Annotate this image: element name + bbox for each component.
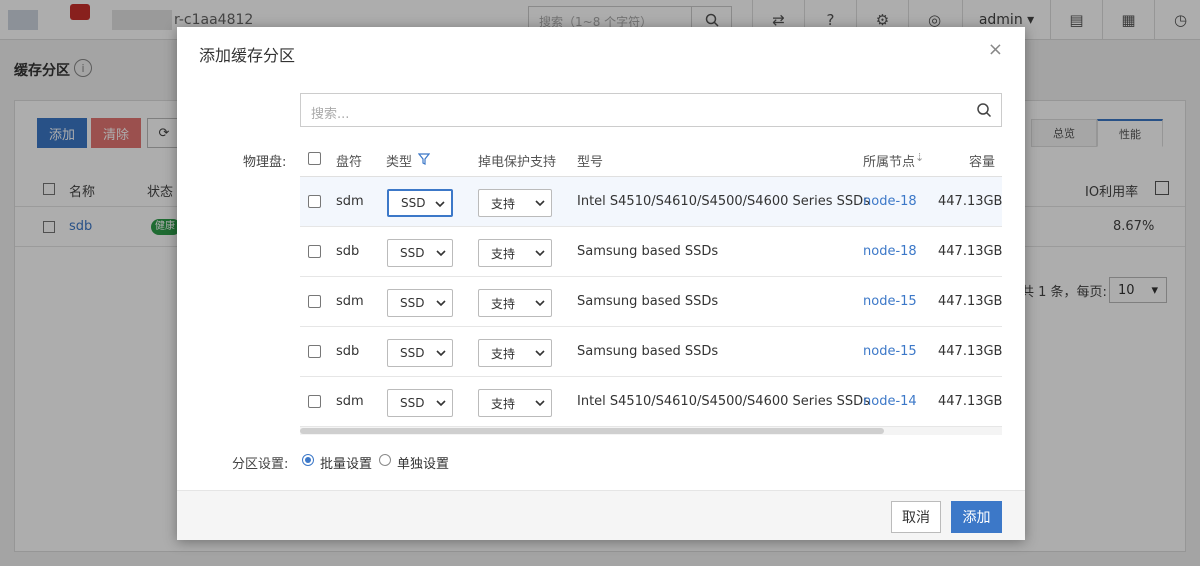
model-cell: Samsung based SSDs xyxy=(577,244,719,259)
capacity-cell: 447.13GB xyxy=(938,344,1002,359)
type-value: SSD xyxy=(401,196,426,210)
chevron-down-icon xyxy=(436,350,446,357)
physical-disk-label: 物理盘: xyxy=(243,155,287,170)
disk-table: 盘符 类型 掉电保护支持 型号 所属节点 ⇣ 容量 sdm SSD 支持 Int… xyxy=(300,141,1002,437)
chevron-down-icon xyxy=(535,200,545,207)
dialog-title: 添加缓存分区 xyxy=(199,46,296,65)
close-icon[interactable]: × xyxy=(988,39,1003,60)
chevron-down-icon xyxy=(436,400,446,407)
power-loss-protection-select[interactable]: 支持 xyxy=(478,389,552,417)
disk-cell: sdb xyxy=(336,244,360,259)
plp-value: 支持 xyxy=(491,296,516,311)
column-power-loss-protection: 掉电保护支持 xyxy=(478,155,557,170)
disk-search-placeholder: 搜索... xyxy=(311,107,350,122)
batch-setting-label[interactable]: 批量设置 xyxy=(320,453,372,472)
single-setting-radio[interactable] xyxy=(379,454,391,466)
dialog-footer: 取消 添加 xyxy=(177,490,1025,540)
row-checkbox[interactable] xyxy=(308,395,321,408)
horizontal-scrollbar[interactable] xyxy=(300,427,1002,435)
chevron-down-icon xyxy=(436,250,446,257)
node-link[interactable]: node-15 xyxy=(863,294,917,309)
row-checkbox[interactable] xyxy=(308,295,321,308)
disk-search-input[interactable]: 搜索... xyxy=(300,93,1002,127)
capacity-cell: 447.13GB xyxy=(938,394,1002,409)
type-value: SSD xyxy=(400,246,425,260)
disk-cell: sdm xyxy=(336,294,364,309)
single-setting-label[interactable]: 单独设置 xyxy=(397,453,449,472)
power-loss-protection-select[interactable]: 支持 xyxy=(478,339,552,367)
chevron-down-icon xyxy=(436,300,446,307)
filter-icon[interactable] xyxy=(418,153,430,165)
table-row[interactable]: sdm SSD 支持 Samsung based SSDs node-15 44… xyxy=(300,277,1002,327)
capacity-cell: 447.13GB xyxy=(938,194,1002,209)
plp-value: 支持 xyxy=(491,396,516,411)
type-select[interactable]: SSD xyxy=(387,389,453,417)
power-loss-protection-select[interactable]: 支持 xyxy=(478,289,552,317)
capacity-cell: 447.13GB xyxy=(938,244,1002,259)
table-row[interactable]: sdm SSD 支持 Intel S4510/S4610/S4500/S4600… xyxy=(300,377,1002,427)
model-cell: Intel S4510/S4610/S4500/S4600 Series SSD… xyxy=(577,394,870,409)
type-value: SSD xyxy=(400,346,425,360)
type-select[interactable]: SSD xyxy=(387,189,453,217)
table-row[interactable]: sdm SSD 支持 Intel S4510/S4610/S4500/S4600… xyxy=(300,177,1002,227)
capacity-cell: 447.13GB xyxy=(938,294,1002,309)
model-cell: Intel S4510/S4610/S4500/S4600 Series SSD… xyxy=(577,194,870,209)
partition-settings-label: 分区设置: xyxy=(232,457,289,472)
node-link[interactable]: node-14 xyxy=(863,394,917,409)
chevron-down-icon xyxy=(535,350,545,357)
column-type: 类型 xyxy=(386,155,413,170)
type-select[interactable]: SSD xyxy=(387,339,453,367)
node-link[interactable]: node-15 xyxy=(863,344,917,359)
disk-cell: sdm xyxy=(336,194,364,209)
disk-cell: sdb xyxy=(336,344,360,359)
row-checkbox[interactable] xyxy=(308,345,321,358)
power-loss-protection-select[interactable]: 支持 xyxy=(478,189,552,217)
column-disk: 盘符 xyxy=(336,155,363,170)
plp-value: 支持 xyxy=(491,346,516,361)
column-capacity: 容量 xyxy=(969,155,996,170)
table-row[interactable]: sdb SSD 支持 Samsung based SSDs node-18 44… xyxy=(300,227,1002,277)
row-checkbox[interactable] xyxy=(308,245,321,258)
scrollbar-thumb[interactable] xyxy=(300,428,884,434)
disk-cell: sdm xyxy=(336,394,364,409)
disk-table-header: 盘符 类型 掉电保护支持 型号 所属节点 ⇣ 容量 xyxy=(300,141,1002,177)
chevron-down-icon xyxy=(435,201,445,208)
type-value: SSD xyxy=(400,296,425,310)
cancel-button[interactable]: 取消 xyxy=(891,501,941,533)
search-icon[interactable] xyxy=(975,101,993,119)
column-model: 型号 xyxy=(577,155,604,170)
select-all-checkbox[interactable] xyxy=(308,152,321,165)
chevron-down-icon xyxy=(535,300,545,307)
chevron-down-icon xyxy=(535,250,545,257)
type-select[interactable]: SSD xyxy=(387,239,453,267)
row-checkbox[interactable] xyxy=(308,195,321,208)
plp-value: 支持 xyxy=(491,246,516,261)
sort-icon[interactable]: ⇣ xyxy=(915,151,924,164)
confirm-add-button[interactable]: 添加 xyxy=(951,501,1002,533)
table-row[interactable]: sdb SSD 支持 Samsung based SSDs node-15 44… xyxy=(300,327,1002,377)
node-link[interactable]: node-18 xyxy=(863,194,917,209)
column-node[interactable]: 所属节点 xyxy=(863,151,915,170)
chevron-down-icon xyxy=(535,400,545,407)
power-loss-protection-select[interactable]: 支持 xyxy=(478,239,552,267)
model-cell: Samsung based SSDs xyxy=(577,344,719,359)
node-link[interactable]: node-18 xyxy=(863,244,917,259)
add-cache-partition-dialog: 添加缓存分区 × 搜索... 物理盘: 盘符 类型 掉电保护支持 型号 所属节点… xyxy=(177,27,1025,540)
batch-setting-radio[interactable] xyxy=(302,454,314,466)
type-select[interactable]: SSD xyxy=(387,289,453,317)
model-cell: Samsung based SSDs xyxy=(577,294,719,309)
type-value: SSD xyxy=(400,396,425,410)
plp-value: 支持 xyxy=(491,196,516,211)
